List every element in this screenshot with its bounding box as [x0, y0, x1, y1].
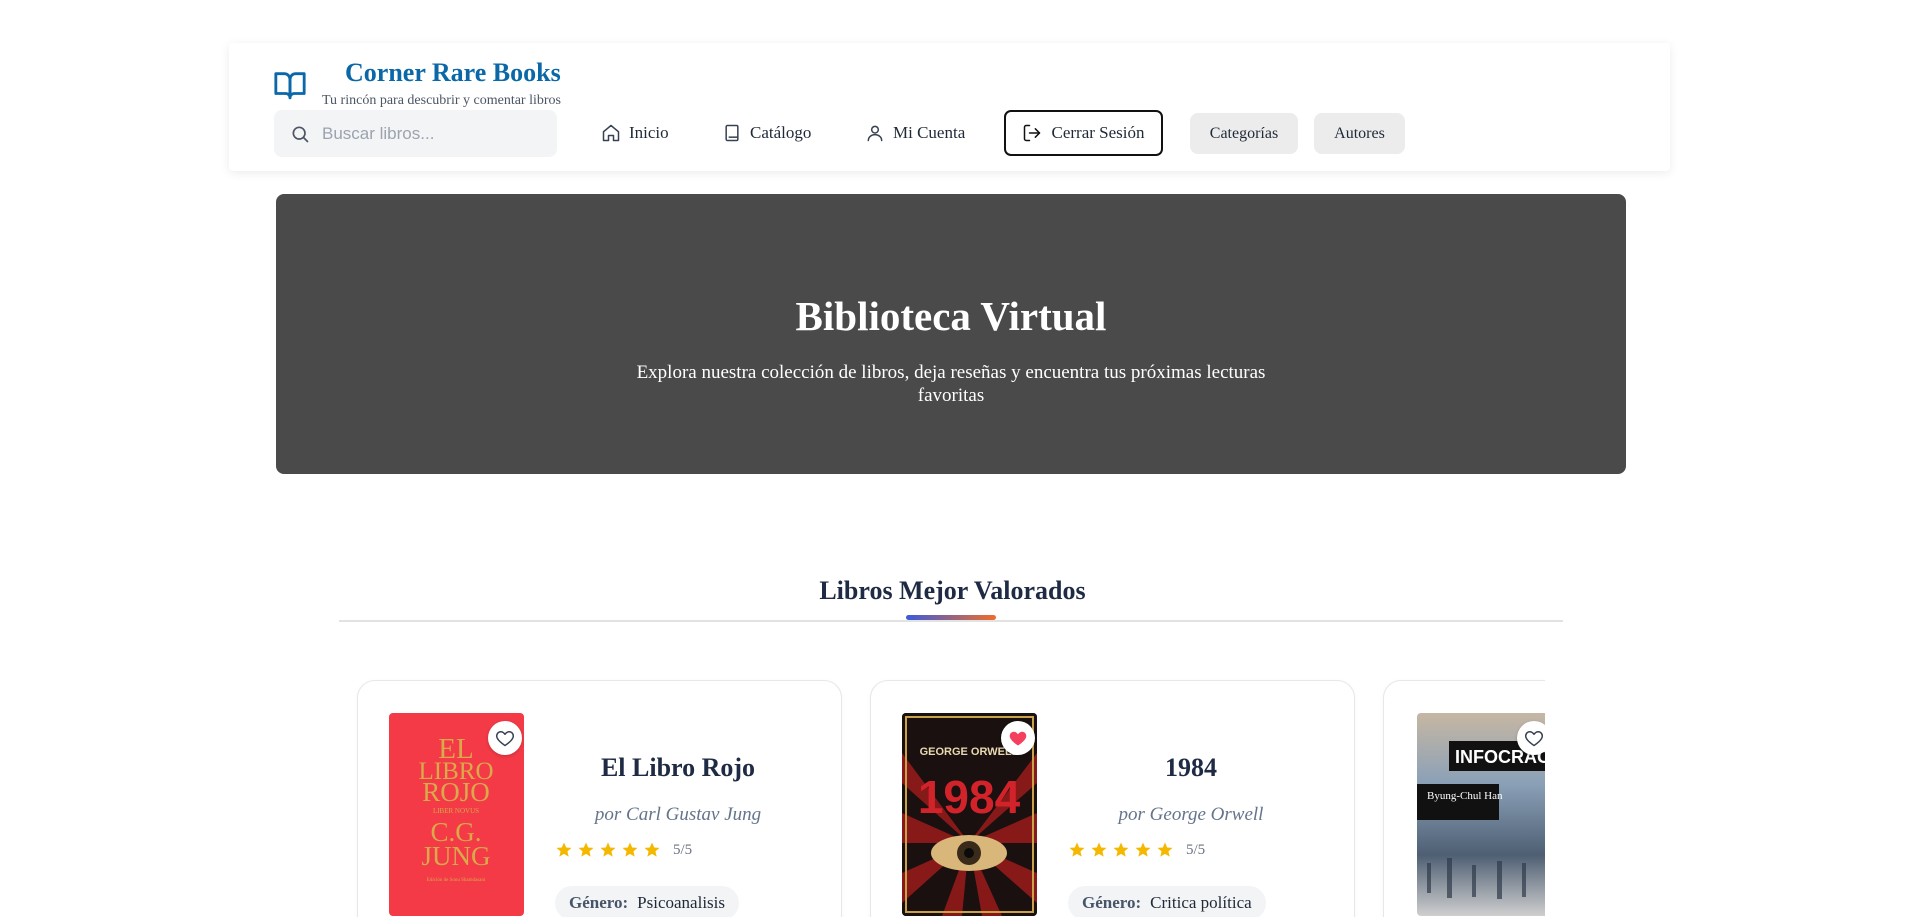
logout-icon	[1024, 124, 1041, 142]
nav-mi-cuenta-label: Mi Cuenta	[893, 123, 966, 142]
hero-subtitle: Explora nuestra colección de libros, dej…	[636, 362, 1266, 406]
star-icon	[1157, 842, 1173, 857]
open-book-icon[interactable]	[273, 68, 307, 102]
nav-catalogo-label: Catálogo	[750, 123, 812, 142]
genre-badge: Género: Critica política	[1068, 886, 1266, 917]
nav-inicio[interactable]: Inicio	[601, 118, 669, 148]
hero-title: Biblioteca Virtual	[795, 293, 1107, 339]
nav-inicio-label: Inicio	[629, 123, 669, 142]
cover-text-line: JUNG	[421, 841, 490, 871]
authors-button[interactable]: Autores	[1314, 113, 1405, 154]
cover-text-line: Edición de Sonu Shamdasani	[427, 878, 486, 883]
top-rated-carousel[interactable]: EL LIBRO ROJO LIBER NOVUS C.G. JUNG Edic…	[340, 670, 1545, 917]
star-icon	[1135, 842, 1151, 857]
star-icon	[622, 842, 638, 857]
genre-value: Psicoanalisis	[637, 893, 726, 912]
genre-badge: Género: Psicoanalisis	[555, 886, 740, 917]
search-box[interactable]	[274, 110, 557, 157]
book-author: por Carl Gustav Jung	[594, 804, 762, 825]
book-card[interactable]: EL LIBRO ROJO LIBER NOVUS C.G. JUNG Edic…	[357, 680, 842, 917]
site-header: Corner Rare Books Tu rincón para descubr…	[229, 43, 1670, 171]
rating-stars: 5/5	[555, 841, 692, 859]
heart-filled-icon	[1009, 731, 1027, 746]
heart-icon	[1524, 731, 1544, 747]
genre-label: Género:	[569, 893, 629, 912]
book-title[interactable]: 1984	[1071, 753, 1311, 783]
rating-text: 5/5	[1186, 841, 1206, 858]
cover-text-line: ROJO	[422, 777, 490, 807]
nav-mi-cuenta[interactable]: Mi Cuenta	[865, 118, 965, 148]
book-author: por George Orwell	[1118, 804, 1264, 825]
star-icon	[1113, 842, 1129, 857]
cover-title: 1984	[918, 771, 1021, 823]
logout-button[interactable]: Cerrar Sesión	[1004, 110, 1163, 156]
favorite-button[interactable]	[488, 721, 522, 755]
nav-catalogo[interactable]: Catálogo	[722, 118, 811, 148]
favorite-button[interactable]	[1517, 721, 1545, 755]
section-divider	[339, 620, 1563, 622]
book-card[interactable]: INFOCRACIA Byung-Chul Han	[1383, 680, 1545, 917]
book-icon	[725, 124, 739, 142]
cover-text-line: LIBER NOVUS	[433, 807, 479, 815]
book-card[interactable]: GEORGE ORWELL 1984 1984 por George Orwel…	[870, 680, 1355, 917]
rating-stars: 5/5	[1068, 841, 1205, 859]
heart-icon	[495, 731, 515, 747]
star-icon	[600, 842, 616, 857]
logout-label: Cerrar Sesión	[1051, 123, 1145, 142]
brand-title[interactable]: Corner Rare Books	[345, 58, 561, 88]
favorite-button[interactable]	[1001, 721, 1035, 755]
star-icon	[578, 842, 594, 857]
section-title: Libros Mejor Valorados	[819, 576, 1086, 605]
search-input[interactable]	[322, 123, 542, 144]
rating-text: 5/5	[673, 841, 693, 858]
genre-label: Género:	[1082, 893, 1142, 912]
cover-author: Byung-Chul Han	[1427, 790, 1503, 802]
categories-button[interactable]: Categorías	[1190, 113, 1298, 154]
brand-tagline: Tu rincón para descubrir y comentar libr…	[322, 93, 561, 108]
section-accent-bar	[906, 615, 996, 620]
star-icon	[556, 842, 572, 857]
genre-value: Critica política	[1150, 893, 1252, 912]
star-icon	[1091, 842, 1107, 857]
hero-banner: Biblioteca Virtual Explora nuestra colec…	[276, 194, 1626, 474]
star-icon	[1069, 842, 1085, 857]
book-title[interactable]: El Libro Rojo	[558, 753, 798, 783]
user-icon	[867, 125, 883, 142]
search-icon	[292, 125, 309, 142]
star-icon	[644, 842, 660, 857]
home-icon	[602, 124, 620, 142]
